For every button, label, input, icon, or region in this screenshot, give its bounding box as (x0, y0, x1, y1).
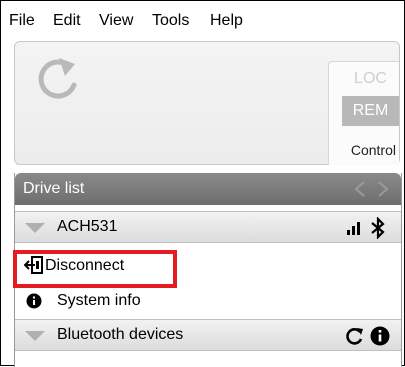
bluetooth-devices-row[interactable]: Bluetooth devices (15, 319, 401, 351)
chevron-left-icon[interactable] (353, 181, 367, 202)
info-icon (26, 293, 42, 314)
control-label: Control (350, 142, 396, 158)
bluetooth-devices-title: Bluetooth devices (57, 326, 184, 343)
control-panel: LOC REM Control (328, 61, 399, 165)
toolbar: LOC REM Control (14, 41, 400, 165)
bluetooth-icon (369, 216, 387, 244)
info-icon[interactable] (370, 326, 390, 351)
collapse-triangle-icon[interactable] (25, 223, 45, 233)
drive-list-header: Drive list (15, 173, 401, 205)
refresh-icon[interactable] (345, 326, 365, 351)
menu-tools[interactable]: Tools (152, 12, 189, 30)
menu-help[interactable]: Help (210, 12, 243, 30)
signal-icon (346, 221, 362, 240)
app-window: File Edit View Tools Help LOC REM Contro… (0, 0, 405, 367)
chevron-right-icon[interactable] (376, 181, 390, 202)
menu-file[interactable]: File (9, 12, 35, 30)
collapse-triangle-icon[interactable] (25, 331, 45, 341)
menu-edit[interactable]: Edit (53, 12, 81, 30)
system-info-label: System info (57, 292, 141, 309)
device-row-ach531[interactable]: ACH531 (15, 211, 401, 243)
menu-view[interactable]: View (99, 12, 133, 30)
drive-list-title: Drive list (23, 180, 85, 197)
menu-bar: File Edit View Tools Help (1, 1, 404, 41)
refresh-icon[interactable] (29, 52, 85, 109)
device-name: ACH531 (57, 218, 118, 235)
system-info-item[interactable]: System info (15, 284, 401, 318)
highlight-box (13, 250, 177, 288)
loc-button[interactable]: LOC (342, 64, 399, 94)
rem-button[interactable]: REM (342, 96, 399, 126)
